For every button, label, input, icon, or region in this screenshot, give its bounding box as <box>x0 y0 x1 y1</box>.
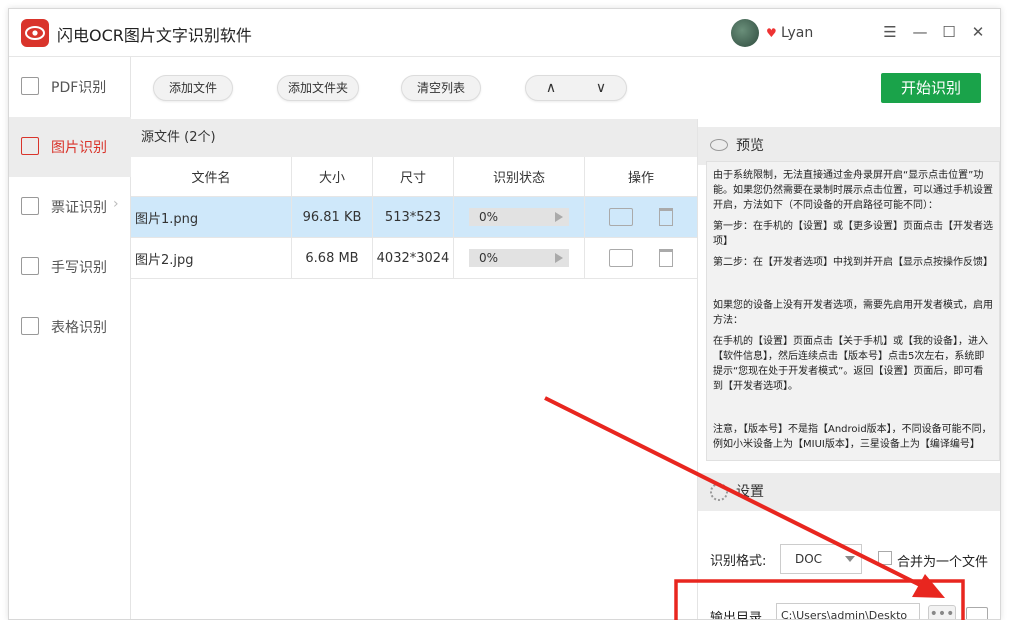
title-bar: 闪电OCR图片文字识别软件 ♥ Lyan ☰ — ☐ ✕ <box>9 9 1000 57</box>
preview-paragraph: 第一步：在手机的【设置】或【更多设置】页面点击【开发者选项】 <box>713 221 993 247</box>
close-button[interactable]: ✕ <box>967 21 989 43</box>
move-down-button[interactable]: ∨ <box>576 76 626 100</box>
format-label: 识别格式: <box>710 554 767 569</box>
image-icon <box>21 137 39 155</box>
sidebar-item-pdf[interactable]: PDF识别 <box>9 57 131 117</box>
vip-heart-icon: ♥ <box>766 26 777 40</box>
preview-paragraph: 在手机的【设置】页面点击【关于手机】或【我的设备】，进入【软件信息】，然后连续点… <box>713 336 988 392</box>
file-dimensions: 513*523 <box>373 197 454 237</box>
preview-paragraph: 第二步：在【开发者选项】中找到并开启【显示点按操作反馈】 <box>713 257 993 268</box>
menu-icon[interactable]: ☰ <box>879 21 901 43</box>
reorder-buttons: ∧ ∨ <box>525 75 627 101</box>
format-value: DOC <box>795 552 823 566</box>
sidebar-item-label: 图片识别 <box>51 140 107 156</box>
merge-checkbox[interactable] <box>878 551 892 565</box>
app-logo-icon <box>21 19 49 47</box>
column-header: 识别状态 <box>454 157 585 196</box>
preview-header: 预览 <box>698 127 1000 165</box>
file-name: 图片2.jpg <box>131 238 292 278</box>
actions-cell <box>585 197 697 237</box>
merge-label: 合并为一个文件 <box>897 555 989 570</box>
sidebar-item-label: 表格识别 <box>51 320 107 336</box>
file-size: 6.68 MB <box>292 238 373 278</box>
right-panel: 预览 由于系统限制，无法直接通过金舟录屏开启“显示点击位置”功能。如果您仍然需要… <box>697 119 1000 620</box>
output-dir-input[interactable]: C:\Users\admin\Deskto <box>776 603 920 619</box>
output-dir-label: 输出目录 <box>710 611 763 620</box>
preview-title: 预览 <box>736 138 764 154</box>
column-header: 文件名 <box>131 157 292 196</box>
start-recognition-button[interactable]: 开始识别 <box>881 73 981 103</box>
progress-text: 0% <box>479 210 499 224</box>
preview-paragraph: 由于系统限制，无法直接通过金舟录屏开启“显示点击位置”功能。如果您仍然需要在录制… <box>713 170 993 211</box>
status-cell: 0% <box>454 238 585 278</box>
trash-icon[interactable] <box>659 208 673 226</box>
table-row[interactable]: 图片2.jpg 6.68 MB 4032*3024 0% <box>131 238 697 279</box>
maximize-button[interactable]: ☐ <box>938 21 960 43</box>
play-icon[interactable] <box>555 253 563 263</box>
file-dimensions: 4032*3024 <box>373 238 454 278</box>
preview-paragraph: 注意，【版本号】不是指【Android版本】，不同设备可能不同，例如小米设备上为… <box>713 424 992 450</box>
handwriting-icon <box>21 257 39 275</box>
chevron-right-icon: › <box>113 196 119 212</box>
clear-list-button[interactable]: 清空列表 <box>401 75 481 101</box>
sidebar-item-image[interactable]: 图片识别 <box>9 117 131 177</box>
column-header: 尺寸 <box>373 157 454 196</box>
status-cell: 0% <box>454 197 585 237</box>
app-window: 闪电OCR图片文字识别软件 ♥ Lyan ☰ — ☐ ✕ PDF识别 图片识别 … <box>8 8 1001 620</box>
open-folder-icon[interactable] <box>966 607 988 619</box>
move-up-button[interactable]: ∧ <box>526 76 576 100</box>
browse-more-button[interactable]: ••• <box>928 605 956 619</box>
preview-paragraph: 如果您的设备上没有开发者选项，需要先启用开发者模式，启用方法： <box>713 300 993 326</box>
avatar[interactable] <box>731 19 759 47</box>
file-size: 96.81 KB <box>292 197 373 237</box>
app-title: 闪电OCR图片文字识别软件 <box>57 26 252 45</box>
source-files-header: 源文件 (2个) <box>131 119 697 157</box>
username[interactable]: Lyan <box>781 25 813 41</box>
add-folder-button[interactable]: 添加文件夹 <box>277 75 359 101</box>
play-icon[interactable] <box>555 212 563 222</box>
format-select[interactable]: DOC <box>780 544 862 574</box>
sidebar: PDF识别 图片识别 票证识别 › 手写识别 表格识别 <box>9 57 131 619</box>
trash-icon[interactable] <box>659 249 673 267</box>
chevron-down-icon <box>845 556 855 562</box>
minimize-button[interactable]: — <box>909 21 931 43</box>
preview-text: 由于系统限制，无法直接通过金舟录屏开启“显示点击位置”功能。如果您仍然需要在录制… <box>706 161 1000 461</box>
progress-bar: 0% <box>469 249 569 267</box>
sidebar-item-label: 票证识别 <box>51 200 107 216</box>
table-header: 文件名 大小 尺寸 识别状态 操作 <box>131 157 697 197</box>
file-name: 图片1.png <box>131 197 292 237</box>
pdf-icon <box>21 77 39 95</box>
toolbar: 添加文件 添加文件夹 清空列表 ∧ ∨ 开始识别 <box>131 57 1000 119</box>
sidebar-item-ticket[interactable]: 票证识别 › <box>9 177 131 237</box>
add-file-button[interactable]: 添加文件 <box>153 75 233 101</box>
actions-cell <box>585 238 697 278</box>
settings-header: 设置 <box>698 473 1000 511</box>
sidebar-item-handwriting[interactable]: 手写识别 <box>9 237 131 297</box>
sidebar-item-label: 手写识别 <box>51 260 107 276</box>
folder-icon[interactable] <box>609 208 633 226</box>
settings-title: 设置 <box>736 484 764 500</box>
column-header: 操作 <box>627 171 654 186</box>
table-row[interactable]: 图片1.png 96.81 KB 513*523 0% <box>131 197 697 238</box>
eye-icon <box>710 139 728 151</box>
folder-icon[interactable] <box>609 249 633 267</box>
column-header: 大小 <box>292 157 373 196</box>
sidebar-item-label: PDF识别 <box>51 80 107 96</box>
gear-icon <box>710 483 728 501</box>
progress-text: 0% <box>479 251 499 265</box>
sidebar-item-table[interactable]: 表格识别 <box>9 297 131 357</box>
ticket-icon <box>21 197 39 215</box>
progress-bar: 0% <box>469 208 569 226</box>
file-list-panel: 源文件 (2个) 文件名 大小 尺寸 识别状态 操作 图片1.png 96.81… <box>131 119 697 619</box>
table-icon <box>21 317 39 335</box>
